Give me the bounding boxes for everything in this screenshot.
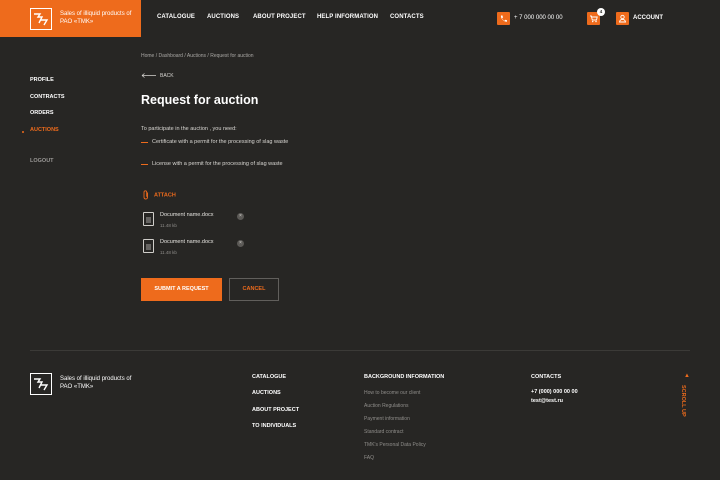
requirement-item: Certificate with a permit for the proces… xyxy=(152,139,289,145)
document-icon xyxy=(143,212,154,226)
footer-background-heading: BACKGROUND INFORMATION xyxy=(364,374,445,380)
page-title: Request for auction xyxy=(141,93,259,107)
arrow-up-icon[interactable]: ▲ xyxy=(684,373,690,379)
nav-contacts[interactable]: CONTACTS xyxy=(390,14,424,20)
footer-logo-text: Sales of illiquid products of PAO «TMK» xyxy=(60,376,132,390)
tmk-logo-icon[interactable] xyxy=(30,373,52,395)
active-indicator xyxy=(22,131,24,133)
footer-link-payment-information[interactable]: Payment information xyxy=(364,416,410,422)
attach-label: ATTACH xyxy=(154,192,176,199)
header-phone[interactable]: + 7 000 000 00 00 xyxy=(514,15,563,21)
requirement-item: License with a permit for the processing… xyxy=(152,161,283,167)
footer-link-about-project[interactable]: ABOUT PROJECT xyxy=(252,407,299,413)
footer-link-catalogue[interactable]: CATALOGUE xyxy=(252,374,286,380)
account-link[interactable]: ACCOUNT xyxy=(633,15,663,21)
user-icon[interactable] xyxy=(616,12,629,25)
arrow-left-icon xyxy=(141,73,156,78)
file-name: Document name.docx xyxy=(160,239,214,245)
sidebar-item-profile[interactable]: PROFILE xyxy=(30,77,54,83)
back-label: BACK xyxy=(160,73,174,79)
file-size: 11.48 kb xyxy=(160,250,177,255)
sidebar-item-auctions[interactable]: AUCTIONS xyxy=(30,127,59,133)
submit-request-button[interactable]: SUBMIT A REQUEST xyxy=(141,278,222,301)
cancel-button[interactable]: CANCEL xyxy=(229,278,279,301)
logo[interactable]: Sales of illiquid products of PAO «TMK» xyxy=(0,0,141,37)
nav-auctions[interactable]: AUCTIONS xyxy=(207,14,239,20)
file-name: Document name.docx xyxy=(160,212,214,218)
footer-email[interactable]: test@test.ru xyxy=(531,398,563,404)
intro-text: To participate in the auction , you need… xyxy=(141,126,237,132)
sidebar-item-contracts[interactable]: CONTRACTS xyxy=(30,94,65,100)
scroll-up-button[interactable]: SCROLL UP xyxy=(680,385,686,417)
paperclip-icon xyxy=(143,190,148,200)
attach-button[interactable]: ATTACH xyxy=(142,190,176,200)
back-link[interactable]: BACK xyxy=(141,73,174,79)
footer-divider xyxy=(30,350,690,351)
breadcrumb[interactable]: Home / Dashboard / Auctions / Request fo… xyxy=(141,53,254,59)
nav-help-information[interactable]: HELP INFORMATION xyxy=(317,14,378,20)
sidebar-item-orders[interactable]: ORDERS xyxy=(30,110,54,116)
list-bullet xyxy=(141,164,148,165)
footer-contacts-heading: CONTACTS xyxy=(531,374,562,380)
nav-catalogue[interactable]: CATALOGUE xyxy=(157,14,195,20)
header: Sales of illiquid products of PAO «TMK» … xyxy=(0,0,720,37)
footer-link-become-client[interactable]: How to become our client xyxy=(364,390,420,396)
file-size: 11.48 kb xyxy=(160,223,177,228)
nav-about-project[interactable]: ABOUT PROJECT xyxy=(253,14,306,20)
remove-file-button[interactable]: × xyxy=(237,240,244,247)
logo-text: Sales of illiquid products of PAO «TMK» xyxy=(60,11,132,25)
footer-link-auction-regulations[interactable]: Auction Regulations xyxy=(364,403,408,409)
footer-link-auctions[interactable]: AUCTIONS xyxy=(252,390,281,396)
footer-link-standard-contract[interactable]: Standard contract xyxy=(364,429,403,435)
remove-file-button[interactable]: × xyxy=(237,213,244,220)
footer-link-to-individuals[interactable]: TO INDIVIDUALS xyxy=(252,423,296,429)
tmk-logo-icon xyxy=(30,8,52,30)
cart-count-badge: 4 xyxy=(597,8,605,16)
footer-link-faq[interactable]: FAQ xyxy=(364,455,374,461)
footer-phone[interactable]: +7 (000) 000 00 00 xyxy=(531,389,578,395)
sidebar-item-logout[interactable]: LOGOUT xyxy=(30,158,54,164)
list-bullet xyxy=(141,142,148,143)
phone-icon[interactable] xyxy=(497,12,510,25)
footer-link-data-policy[interactable]: TMK's Personal Data Policy xyxy=(364,442,426,448)
document-icon xyxy=(143,239,154,253)
